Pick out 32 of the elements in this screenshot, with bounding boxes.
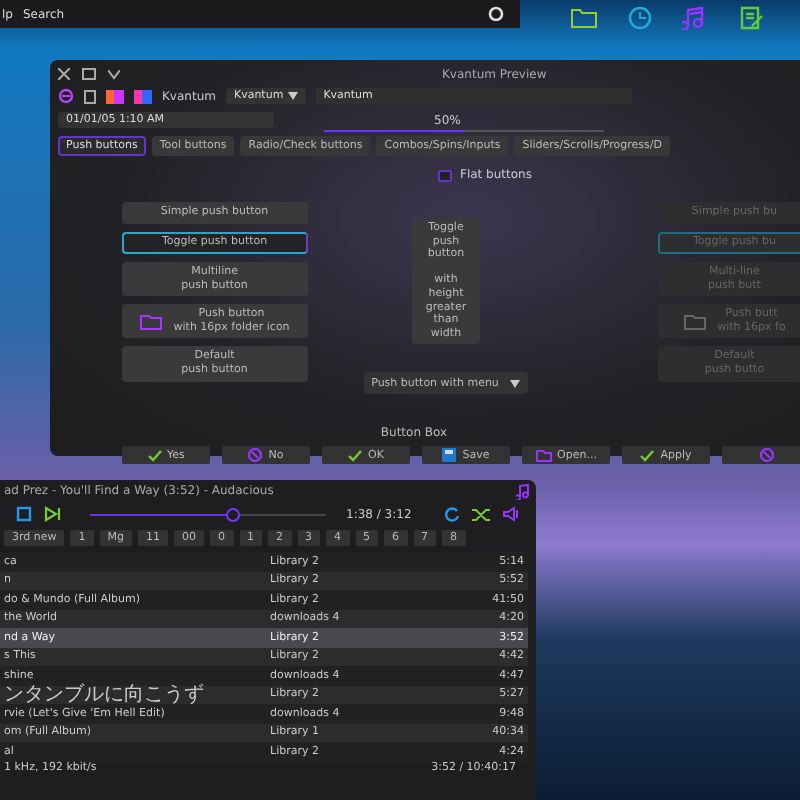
maximize-icon[interactable] bbox=[82, 68, 96, 80]
folder-icon bbox=[535, 449, 552, 462]
volume-icon[interactable] bbox=[501, 506, 520, 522]
slider-thumb[interactable] bbox=[225, 507, 240, 521]
circle-icon[interactable] bbox=[488, 6, 504, 22]
repeat-icon[interactable] bbox=[443, 506, 460, 522]
cancel-icon bbox=[759, 448, 773, 463]
stop-icon[interactable] bbox=[16, 506, 32, 522]
folder-icon bbox=[683, 313, 706, 330]
document-icon[interactable] bbox=[84, 89, 96, 103]
caret-icon bbox=[510, 379, 521, 388]
dialog-button[interactable] bbox=[722, 446, 800, 465]
document-icon[interactable] bbox=[740, 6, 766, 30]
chevron-down-icon[interactable] bbox=[108, 69, 120, 79]
color-icon[interactable] bbox=[134, 89, 152, 103]
skip-forward-icon[interactable] bbox=[44, 506, 62, 522]
track-title: ンタンブルに向こうず bbox=[4, 685, 206, 704]
check-icon bbox=[640, 449, 655, 462]
checkbox[interactable] bbox=[438, 169, 452, 181]
color-icon[interactable] bbox=[106, 89, 124, 103]
folder-icon bbox=[139, 313, 162, 330]
caret-icon bbox=[287, 92, 298, 100]
cancel-icon bbox=[248, 448, 263, 463]
shuffle-icon[interactable] bbox=[471, 507, 490, 521]
check-icon bbox=[348, 449, 363, 462]
folder-icon[interactable] bbox=[570, 6, 598, 28]
clock-icon[interactable] bbox=[628, 6, 652, 30]
power-icon[interactable] bbox=[58, 88, 74, 104]
save-icon bbox=[442, 448, 457, 463]
music-note-icon bbox=[516, 483, 530, 499]
close-icon[interactable] bbox=[58, 68, 70, 80]
check-icon bbox=[147, 449, 162, 462]
